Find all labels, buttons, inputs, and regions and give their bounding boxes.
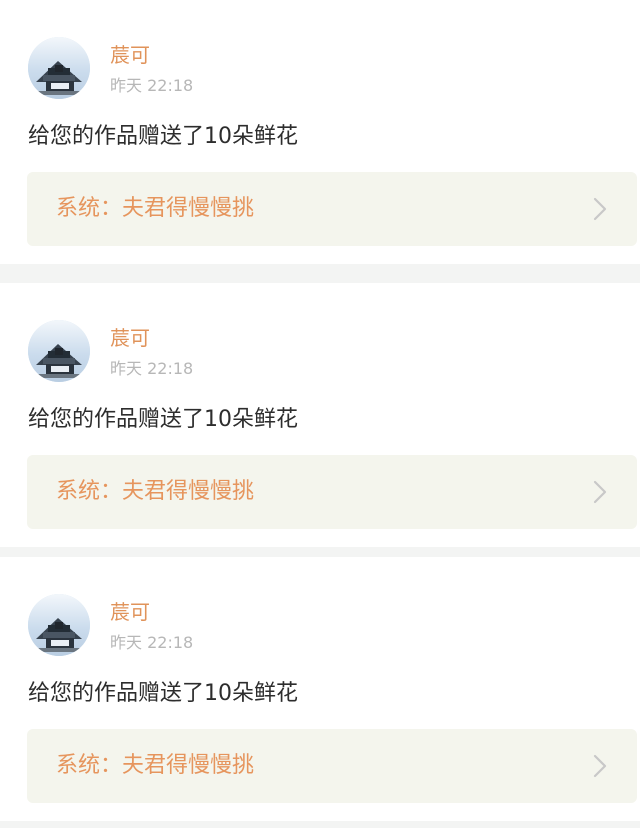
gift-message: 给您的作品赠送了10朵鲜花 [28,681,298,706]
username[interactable]: 莀可 [110,599,150,625]
chevron-right-icon [593,480,607,504]
work-link-button[interactable]: 系统：夫君得慢慢挑 [27,729,637,803]
user-avatar[interactable] [28,320,90,382]
chevron-right-icon [593,197,607,221]
notification-card: 莀可 昨天 22:18 给您的作品赠送了10朵鲜花 系统：夫君得慢慢挑 [0,0,640,264]
username[interactable]: 莀可 [110,325,150,351]
work-link-label: 系统：夫君得慢慢挑 [56,196,255,221]
timestamp: 昨天 22:18 [110,359,194,378]
timestamp: 昨天 22:18 [110,76,194,95]
work-link-label: 系统：夫君得慢慢挑 [56,479,255,504]
gift-message: 给您的作品赠送了10朵鲜花 [28,407,298,432]
gift-message: 给您的作品赠送了10朵鲜花 [28,124,298,149]
user-avatar[interactable] [28,37,90,99]
chevron-right-icon [593,754,607,778]
building-avatar-icon [28,320,90,382]
building-avatar-icon [28,37,90,99]
work-link-label: 系统：夫君得慢慢挑 [56,753,255,778]
username[interactable]: 莀可 [110,42,150,68]
notification-card: 莀可 昨天 22:18 给您的作品赠送了10朵鲜花 系统：夫君得慢慢挑 [0,557,640,821]
work-link-button[interactable]: 系统：夫君得慢慢挑 [27,455,637,529]
user-avatar[interactable] [28,594,90,656]
timestamp: 昨天 22:18 [110,633,194,652]
notification-card: 莀可 昨天 22:18 给您的作品赠送了10朵鲜花 系统：夫君得慢慢挑 [0,283,640,547]
building-avatar-icon [28,594,90,656]
work-link-button[interactable]: 系统：夫君得慢慢挑 [27,172,637,246]
